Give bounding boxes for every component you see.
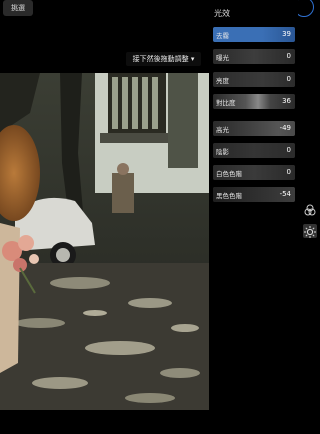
slider-exposure[interactable]: 曝光 0 [213, 49, 295, 64]
slider-blacks[interactable]: 黑色色階 -54 [213, 187, 295, 202]
slider-dehaze[interactable]: 去霧 39 [213, 27, 295, 42]
select-label: 挑選 [11, 4, 25, 12]
slider-highlights[interactable]: 高光 -49 [213, 121, 295, 136]
slider-whites[interactable]: 白色色階 0 [213, 165, 295, 180]
color-circles-icon[interactable] [303, 202, 317, 216]
adjustment-panel: 光效 去霧 39 曝光 0 亮度 0 對比度 36 高光 -49 陰影 0 白色… [211, 0, 298, 434]
photo-canvas[interactable] [0, 73, 209, 410]
slider-contrast[interactable]: 對比度 36 [213, 94, 295, 109]
slider-brightness[interactable]: 亮度 0 [213, 72, 295, 87]
select-button[interactable]: 挑選 [3, 0, 33, 16]
photo-image [0, 73, 209, 410]
sun-icon[interactable] [303, 224, 317, 238]
drag-hint: 接下然後拖動調整 ▾ [126, 52, 201, 66]
panel-title: 光效 [214, 9, 230, 18]
slider-shadows[interactable]: 陰影 0 [213, 143, 295, 158]
